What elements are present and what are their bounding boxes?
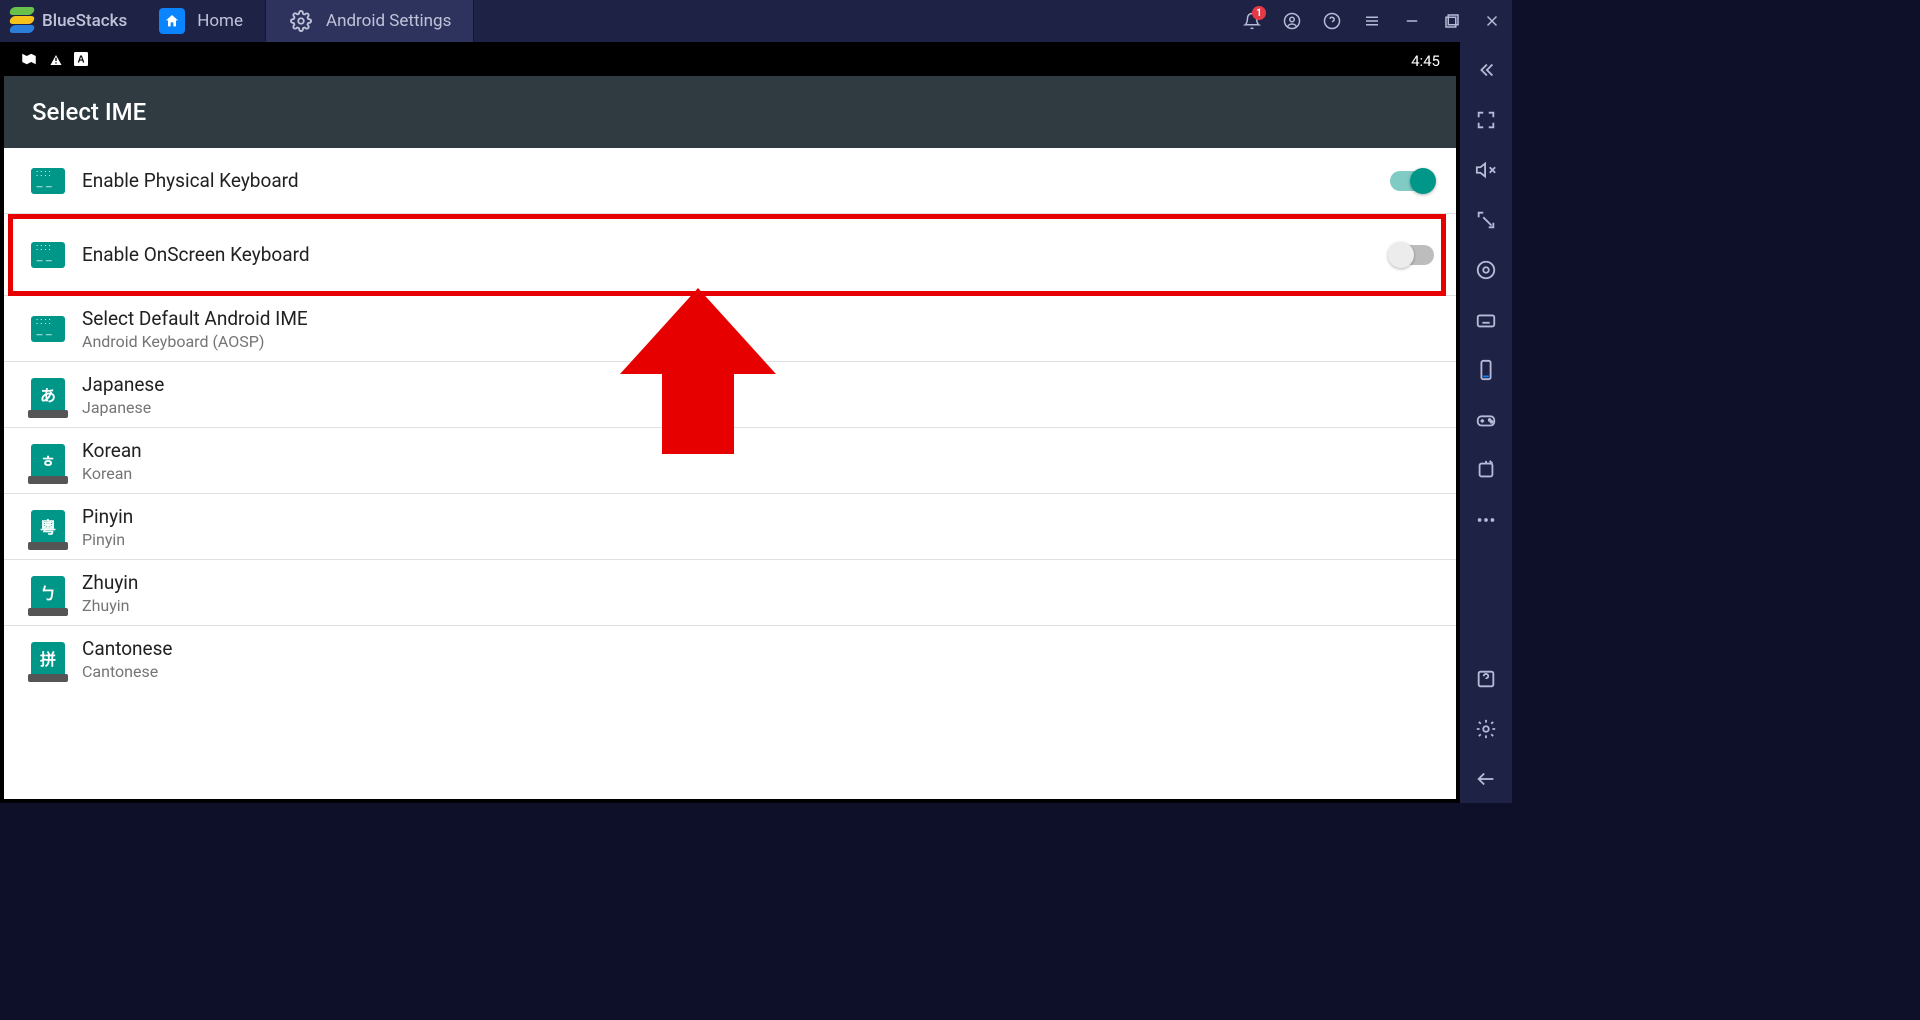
status-time: 4:45 xyxy=(1411,52,1440,70)
android-status-bar: A 4:45 xyxy=(4,46,1456,76)
hamburger-menu-icon[interactable] xyxy=(1352,0,1392,42)
glyph: ㄅ xyxy=(31,580,65,604)
row-title: Enable OnScreen Keyboard xyxy=(82,243,1390,266)
glyph: あ xyxy=(31,382,65,406)
android-header: Select IME xyxy=(4,76,1456,148)
cursor-lock-icon[interactable] xyxy=(1460,196,1512,244)
notifications-icon[interactable]: 1 xyxy=(1232,0,1272,42)
maximize-icon[interactable] xyxy=(1432,0,1472,42)
row-zhuyin[interactable]: ㄅ Zhuyin Zhuyin xyxy=(4,560,1456,626)
keyboard-controls-icon[interactable] xyxy=(1460,296,1512,344)
row-title: Enable Physical Keyboard xyxy=(82,169,1390,192)
gear-icon xyxy=(288,8,314,34)
row-title: Zhuyin xyxy=(82,571,1434,594)
glyph: 拼 xyxy=(31,646,65,670)
row-korean[interactable]: ㅎ Korean Korean xyxy=(4,428,1456,494)
minimize-icon[interactable] xyxy=(1392,0,1432,42)
row-japanese[interactable]: あ Japanese Japanese xyxy=(4,362,1456,428)
help-square-icon[interactable] xyxy=(1460,655,1512,703)
close-icon[interactable] xyxy=(1472,0,1512,42)
rotate-device-icon[interactable] xyxy=(1460,346,1512,394)
keyboard-icon xyxy=(26,168,70,194)
titlebar: BlueStacks Home Android Settings 1 xyxy=(0,0,1512,42)
tab-settings-label: Android Settings xyxy=(326,11,451,31)
location-icon[interactable] xyxy=(1460,246,1512,294)
row-subtitle: Android Keyboard (AOSP) xyxy=(82,332,1434,351)
account-icon[interactable] xyxy=(1272,0,1312,42)
glyph: 粵 xyxy=(31,514,65,538)
glyph: ㅎ xyxy=(31,448,65,472)
tab-android-settings[interactable]: Android Settings xyxy=(266,0,474,42)
language-icon: ㄅ xyxy=(26,576,70,610)
language-icon: 拼 xyxy=(26,642,70,676)
fullscreen-icon[interactable] xyxy=(1460,96,1512,144)
row-title: Japanese xyxy=(82,373,1434,396)
page-title: Select IME xyxy=(32,98,146,126)
warning-icon xyxy=(48,52,64,70)
keyboard-icon xyxy=(26,242,70,268)
back-icon[interactable] xyxy=(1460,755,1512,803)
language-icon: あ xyxy=(26,378,70,412)
row-subtitle: Zhuyin xyxy=(82,596,1434,615)
more-icon[interactable] xyxy=(1460,496,1512,544)
map-icon xyxy=(20,52,38,70)
row-enable-physical-keyboard[interactable]: Enable Physical Keyboard xyxy=(4,148,1456,214)
tab-home-label: Home xyxy=(197,11,243,31)
row-select-default-ime[interactable]: Select Default Android IME Android Keybo… xyxy=(4,296,1456,362)
tab-home[interactable]: Home xyxy=(137,0,266,42)
row-pinyin[interactable]: 粵 Pinyin Pinyin xyxy=(4,494,1456,560)
row-title: Pinyin xyxy=(82,505,1434,528)
settings-list: Enable Physical Keyboard Enable OnScreen… xyxy=(4,148,1456,799)
settings-gear-icon[interactable] xyxy=(1460,705,1512,753)
row-title: Cantonese xyxy=(82,637,1434,660)
volume-mute-icon[interactable] xyxy=(1460,146,1512,194)
toggle-onscreen-keyboard[interactable] xyxy=(1390,245,1434,265)
gamepad-icon[interactable] xyxy=(1460,396,1512,444)
keyboard-icon xyxy=(26,316,70,342)
notification-badge: 1 xyxy=(1252,6,1266,20)
language-icon: ㅎ xyxy=(26,444,70,478)
right-toolbar xyxy=(1460,42,1512,803)
help-icon[interactable] xyxy=(1312,0,1352,42)
row-subtitle: Pinyin xyxy=(82,530,1434,549)
language-icon: 粵 xyxy=(26,510,70,544)
row-cantonese[interactable]: 拼 Cantonese Cantonese xyxy=(4,626,1456,692)
row-subtitle: Japanese xyxy=(82,398,1434,417)
row-enable-onscreen-keyboard[interactable]: Enable OnScreen Keyboard xyxy=(4,214,1456,296)
svg-text:A: A xyxy=(77,55,84,66)
bluestacks-logo-icon xyxy=(8,7,36,35)
android-frame: A 4:45 Select IME Enable Physical Keyboa… xyxy=(0,42,1460,803)
collapse-sidebar-icon[interactable] xyxy=(1460,46,1512,94)
app-status-icon: A xyxy=(74,52,88,70)
row-title: Korean xyxy=(82,439,1434,462)
row-title: Select Default Android IME xyxy=(82,307,1434,330)
install-apk-icon[interactable] xyxy=(1460,446,1512,494)
app-name: BlueStacks xyxy=(42,11,127,31)
home-icon xyxy=(159,8,185,34)
toggle-physical-keyboard[interactable] xyxy=(1390,171,1434,191)
row-subtitle: Korean xyxy=(82,464,1434,483)
row-subtitle: Cantonese xyxy=(82,662,1434,681)
